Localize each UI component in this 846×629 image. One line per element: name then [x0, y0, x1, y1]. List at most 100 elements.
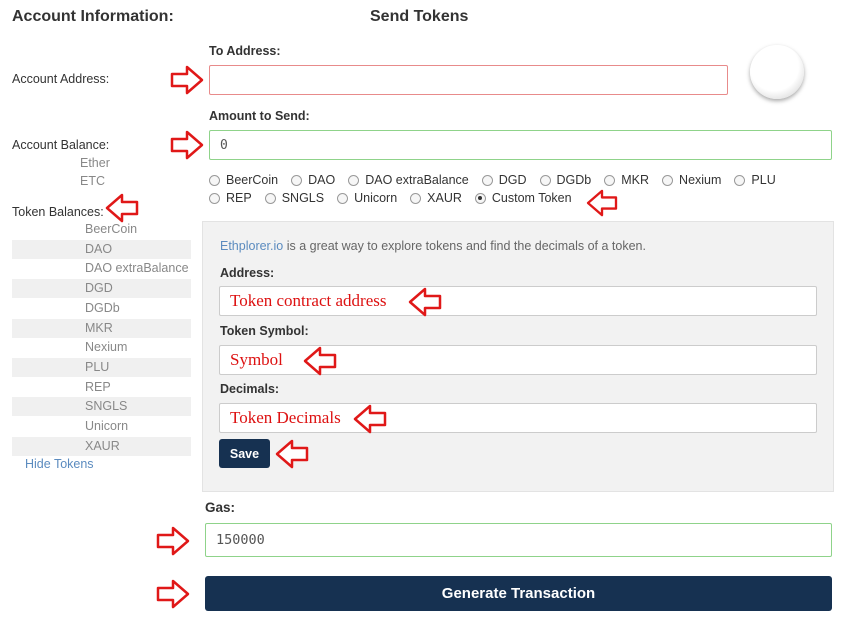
token-symbol-label: Token Symbol: [220, 324, 309, 338]
radio-label: DAO extraBalance [365, 173, 469, 187]
token-radio-option[interactable]: REP [209, 191, 252, 205]
gas-input[interactable]: 150000 [205, 523, 832, 557]
token-balance-row: DAO extraBalance [12, 259, 191, 278]
token-balance-name: SNGLS [85, 399, 128, 414]
token-address-input[interactable]: Token contract address [219, 286, 817, 316]
send-tokens-heading: Send Tokens [370, 8, 469, 25]
balance-etc: ETC [80, 174, 105, 188]
token-radio-option[interactable]: BeerCoin [209, 173, 278, 187]
annotation-arrow-left [275, 439, 309, 469]
token-balance-name: DGDb [85, 300, 120, 315]
account-address-label: Account Address: [12, 72, 110, 86]
gas-label: Gas: [205, 500, 236, 515]
radio-label: SNGLS [281, 191, 325, 205]
annotation-arrow-left [105, 193, 139, 223]
radio-label: Unicorn [354, 191, 398, 205]
radio-label: DGD [498, 173, 527, 187]
annotation-arrow-right [170, 65, 204, 95]
token-balance-row: MKR [12, 318, 191, 338]
token-decimals-input[interactable]: Token Decimals [219, 403, 817, 433]
token-radio-option[interactable]: Unicorn [337, 191, 397, 205]
radio-button-icon[interactable] [264, 192, 276, 204]
token-balance-row: XAUR [12, 436, 191, 456]
radio-label: BeerCoin [226, 173, 279, 187]
amount-label: Amount to Send: [209, 109, 310, 123]
radio-label: MKR [621, 173, 650, 187]
radio-button-icon[interactable] [474, 192, 486, 204]
token-balance-row: REP [12, 378, 191, 397]
hide-tokens-link[interactable]: Hide Tokens [25, 457, 94, 471]
token-balance-name: XAUR [85, 438, 120, 453]
annotation-arrow-left [353, 404, 387, 434]
account-balance-label: Account Balance: [12, 138, 110, 152]
token-address-label: Address: [220, 266, 275, 280]
radio-button-icon[interactable] [734, 174, 746, 186]
token-balance-name: Nexium [85, 340, 128, 355]
annotation-arrow-right [156, 579, 190, 609]
radio-label: XAUR [427, 191, 462, 205]
token-radio-option[interactable]: XAUR [410, 191, 462, 205]
token-radio-option[interactable]: DGD [481, 173, 527, 187]
token-balance-name: Unicorn [85, 419, 129, 433]
radio-button-icon[interactable] [348, 174, 360, 186]
annotation-arrow-left [408, 287, 442, 317]
token-balance-row: PLU [12, 357, 191, 377]
token-balance-name: MKR [85, 320, 113, 335]
radio-label: DAO [308, 173, 336, 187]
token-balance-name: DAO extraBalance [85, 261, 189, 276]
token-balance-row: DAO [12, 239, 191, 259]
token-radio-option[interactable]: MKR [604, 173, 649, 187]
radio-button-icon[interactable] [604, 174, 616, 186]
token-balance-row: SNGLS [12, 397, 191, 417]
token-options-row-2: REP SNGLS Unicorn XAUR Custom Token [209, 191, 585, 205]
token-radio-option[interactable]: DAO [291, 173, 335, 187]
token-radio-option[interactable]: PLU [734, 173, 776, 187]
ethplorer-note-text: is a great way to explore tokens and fin… [283, 239, 646, 253]
radio-label: PLU [751, 173, 776, 187]
token-balance-row: Nexium [12, 338, 191, 357]
balance-ether: Ether [80, 156, 110, 170]
radio-button-icon[interactable] [481, 174, 493, 186]
token-radio-option[interactable]: SNGLS [264, 191, 325, 205]
token-balances-label: Token Balances: [12, 205, 104, 219]
annotation-arrow-left [303, 346, 337, 376]
token-radio-option[interactable]: DGDb [539, 173, 592, 187]
token-radio-option[interactable]: DAO extraBalance [348, 173, 469, 187]
token-balance-row: DGD [12, 279, 191, 299]
ethplorer-note: Ethplorer.io is a great way to explore t… [220, 239, 646, 253]
radio-button-icon[interactable] [209, 174, 220, 186]
radio-label: Nexium [679, 173, 722, 187]
radio-button-icon[interactable] [410, 192, 422, 204]
annotation-arrow-left [586, 189, 618, 217]
token-balance-name: REP [85, 379, 111, 394]
token-decimals-label: Decimals: [220, 382, 280, 396]
radio-button-icon[interactable] [337, 192, 349, 204]
token-balance-row: Unicorn [12, 417, 191, 436]
annotation-arrow-right [156, 526, 190, 556]
radio-button-icon[interactable] [662, 174, 674, 186]
radio-label: DGDb [556, 173, 592, 187]
save-button[interactable]: Save [219, 439, 270, 468]
token-balance-name: DGD [85, 281, 113, 296]
token-radio-option[interactable]: Custom Token [474, 191, 572, 205]
token-balance-name: PLU [85, 359, 110, 374]
token-options-row-1: BeerCoin DAO DAO extraBalance DGD DGDb MKR Nex… [209, 173, 789, 187]
token-balance-row: BeerCoin [12, 220, 191, 239]
to-address-label: To Address: [209, 44, 281, 58]
account-information-heading: Account Information: [12, 8, 174, 25]
radio-button-icon[interactable] [291, 174, 303, 186]
radio-button-icon[interactable] [539, 174, 551, 186]
token-balance-name: BeerCoin [85, 222, 138, 236]
token-balance-row: DGDb [12, 299, 191, 318]
radio-button-icon[interactable] [209, 192, 220, 204]
annotation-arrow-right [170, 130, 204, 160]
ethplorer-link[interactable]: Ethplorer.io [220, 239, 283, 253]
token-radio-option[interactable]: Nexium [662, 173, 721, 187]
address-identicon [750, 45, 804, 99]
radio-label: REP [226, 191, 252, 205]
radio-label: Custom Token [491, 191, 572, 205]
token-balance-name: DAO [85, 241, 113, 256]
amount-input[interactable]: 0 [209, 130, 832, 160]
generate-transaction-button[interactable]: Generate Transaction [205, 576, 832, 611]
to-address-input[interactable] [209, 65, 728, 95]
